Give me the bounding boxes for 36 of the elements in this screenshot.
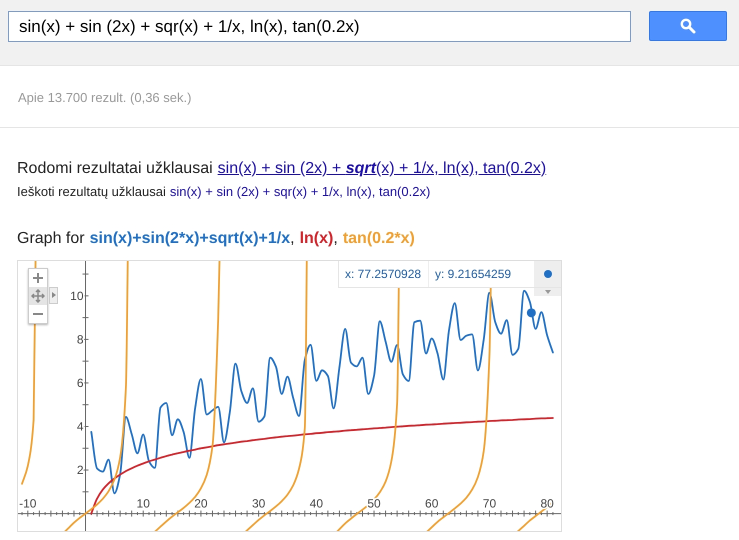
pan-button[interactable]: [29, 286, 47, 304]
y-readout: y: 9.21654259: [434, 266, 512, 282]
x-tick-label: 30: [252, 496, 266, 510]
search-icon: [680, 18, 696, 34]
y-tick-label: 8: [76, 332, 84, 346]
search-field[interactable]: sin(x) + sin (2x) + sqr(x) + 1/x, ln(x), tan(0.2x): [8, 11, 631, 42]
function-name: tan(0.2*x): [342, 228, 415, 248]
result-stats: Apie 13.700 rezult. (0,36 sek.): [18, 89, 192, 108]
graph-title: Graph for: [17, 228, 85, 248]
separator: ,: [333, 228, 338, 248]
caret-icon: [52, 292, 56, 298]
dot-icon: [544, 270, 552, 278]
pan-expand-button[interactable]: [49, 286, 58, 304]
x-tick-label: 40: [310, 496, 323, 510]
corrected-query-link[interactable]: sin(x) + sin (2x) + sqrt(x) + 1/x, ln(x), tan(0.2x): [218, 157, 546, 181]
x-readout: x: 77.2570928: [339, 260, 429, 286]
y-tick-label: 6: [76, 375, 84, 390]
showing-results-label: Rodomi rezultatai užklausai: [17, 159, 213, 179]
separator: ,: [290, 228, 295, 248]
y-tick-label: 2: [76, 462, 84, 477]
function-name: ln(x): [300, 228, 334, 248]
cursor-point: [526, 308, 536, 317]
plus-icon: [33, 272, 43, 282]
x-tick-label: -10: [19, 496, 36, 510]
search-instead-label: Ieškoti rezultatų užklausai: [17, 183, 166, 201]
function-name: sin(x)+sin(2*x)+sqrt(x)+1/x: [90, 228, 290, 248]
x-tick-label: 60: [425, 496, 438, 510]
x-tick-label: 20: [194, 496, 208, 510]
y-tick-label: 4: [76, 418, 84, 433]
x-tick-label: 70: [482, 496, 496, 510]
original-query-link[interactable]: sin(x) + sin (2x) + sqr(x) + 1/x, ln(x), tan(0.2x): [170, 182, 430, 202]
x-tick-label: 10: [136, 496, 150, 510]
y-tick-label: 10: [70, 288, 84, 302]
search-button[interactable]: [649, 11, 727, 41]
caret-icon: [544, 290, 550, 294]
move-arrows-icon: [31, 288, 45, 302]
